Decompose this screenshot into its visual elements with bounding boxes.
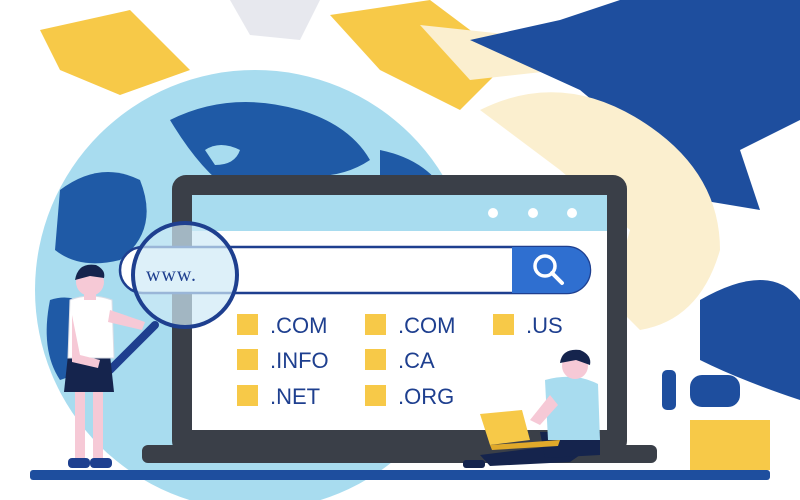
domain-item[interactable]: .ORG bbox=[365, 384, 454, 409]
window-dot bbox=[528, 208, 538, 218]
decor-shape bbox=[690, 375, 740, 407]
domain-item[interactable]: .US bbox=[493, 313, 563, 338]
cloud-shape bbox=[230, 0, 320, 40]
search-button[interactable] bbox=[512, 247, 590, 293]
browser-titlebar bbox=[192, 195, 607, 231]
domain-label: .CA bbox=[398, 348, 435, 373]
domain-item[interactable]: .INFO bbox=[237, 348, 329, 373]
square-bullet-icon bbox=[237, 349, 258, 370]
shoe bbox=[90, 458, 112, 468]
shoe bbox=[68, 458, 90, 468]
domain-search-illustration: www. .COM .COM .US .INFO .CA .NET .ORG bbox=[0, 0, 800, 500]
domain-label: .COM bbox=[270, 313, 327, 338]
square-bullet-icon bbox=[365, 385, 386, 406]
shoe bbox=[463, 460, 485, 468]
domain-item[interactable]: .COM bbox=[365, 313, 455, 338]
domain-item[interactable]: .COM bbox=[237, 313, 327, 338]
square-bullet-icon bbox=[365, 314, 386, 335]
decor-shape bbox=[662, 370, 676, 410]
cloud-shape bbox=[40, 10, 190, 95]
decor-shape bbox=[690, 420, 770, 470]
domain-label: .US bbox=[526, 313, 563, 338]
domain-item[interactable]: .NET bbox=[237, 384, 320, 409]
square-bullet-icon bbox=[237, 385, 258, 406]
ground-line bbox=[30, 470, 770, 480]
domain-label: .NET bbox=[270, 384, 320, 409]
domain-label: .INFO bbox=[270, 348, 329, 373]
search-query-text: www. bbox=[146, 264, 197, 286]
domain-label: .ORG bbox=[398, 384, 454, 409]
square-bullet-icon bbox=[493, 314, 514, 335]
square-bullet-icon bbox=[365, 349, 386, 370]
square-bullet-icon bbox=[237, 314, 258, 335]
domain-label: .COM bbox=[398, 313, 455, 338]
illustration-canvas: www. .COM .COM .US .INFO .CA .NET .ORG bbox=[30, 0, 800, 500]
domain-item[interactable]: .CA bbox=[365, 348, 435, 373]
window-dot bbox=[488, 208, 498, 218]
window-dot bbox=[567, 208, 577, 218]
